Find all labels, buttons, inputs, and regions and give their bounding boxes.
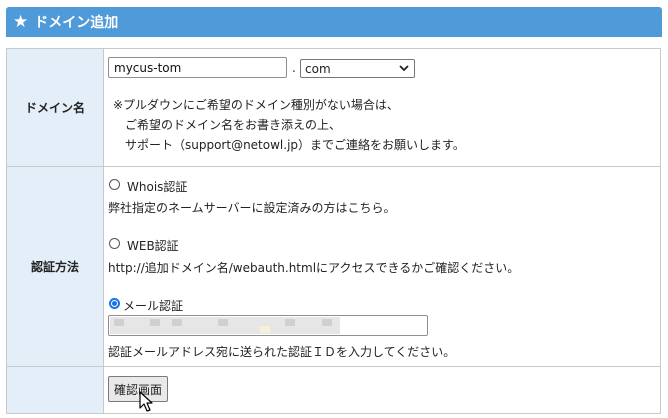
domain-form-table: ドメイン名 . com ※プルダウンにご希望のドメイン種別がない場合は、 ご希望… (6, 48, 661, 414)
tld-select[interactable]: com (300, 59, 415, 78)
mouse-cursor-icon (139, 391, 153, 412)
auth-method-row: 認証方法 Whois認証 弊社指定のネームサーバーに設定済みの方はこちら。 WE… (7, 167, 660, 367)
web-description: http://追加ドメイン名/webauth.htmlにアクセスできるかご確認く… (108, 261, 520, 275)
mail-label[interactable]: メール認証 (123, 297, 183, 314)
tld-selected-value: com (305, 61, 331, 76)
domain-note-line3: サポート（support@netowl.jp）までご連絡をお願いします。 (125, 138, 465, 152)
mail-radio[interactable] (109, 298, 120, 309)
star-icon: ★ (13, 11, 29, 32)
auth-method-label: 認証方法 (7, 167, 104, 366)
domain-dot: . (292, 61, 296, 75)
whois-label[interactable]: Whois認証 (127, 178, 187, 195)
web-radio[interactable] (109, 238, 120, 249)
domain-note-line2: ご希望のドメイン名をお書き添えの上、 (125, 118, 342, 132)
section-title: ドメイン追加 (34, 15, 119, 31)
web-label[interactable]: WEB認証 (127, 237, 179, 254)
confirm-screen-button[interactable]: 確認画面 (108, 376, 168, 402)
domain-name-label: ドメイン名 (7, 49, 104, 166)
domain-name-row: ドメイン名 . com ※プルダウンにご希望のドメイン種別がない場合は、 ご希望… (7, 49, 660, 167)
chevron-down-icon (399, 65, 409, 72)
submit-row-label (7, 367, 104, 413)
whois-radio[interactable] (109, 179, 120, 190)
submit-row: 確認画面 (7, 367, 660, 413)
mail-description: 認証メールアドレス宛に送られた認証ＩＤを入力してください。 (108, 345, 456, 359)
whois-description: 弊社指定のネームサーバーに設定済みの方はこちら。 (108, 201, 396, 215)
section-header: ★ ドメイン追加 (6, 7, 662, 37)
masked-email-value (110, 317, 340, 334)
mail-address-input[interactable] (108, 315, 428, 336)
domain-name-input[interactable] (108, 57, 287, 78)
domain-note-line1: ※プルダウンにご希望のドメイン種別がない場合は、 (113, 98, 399, 112)
